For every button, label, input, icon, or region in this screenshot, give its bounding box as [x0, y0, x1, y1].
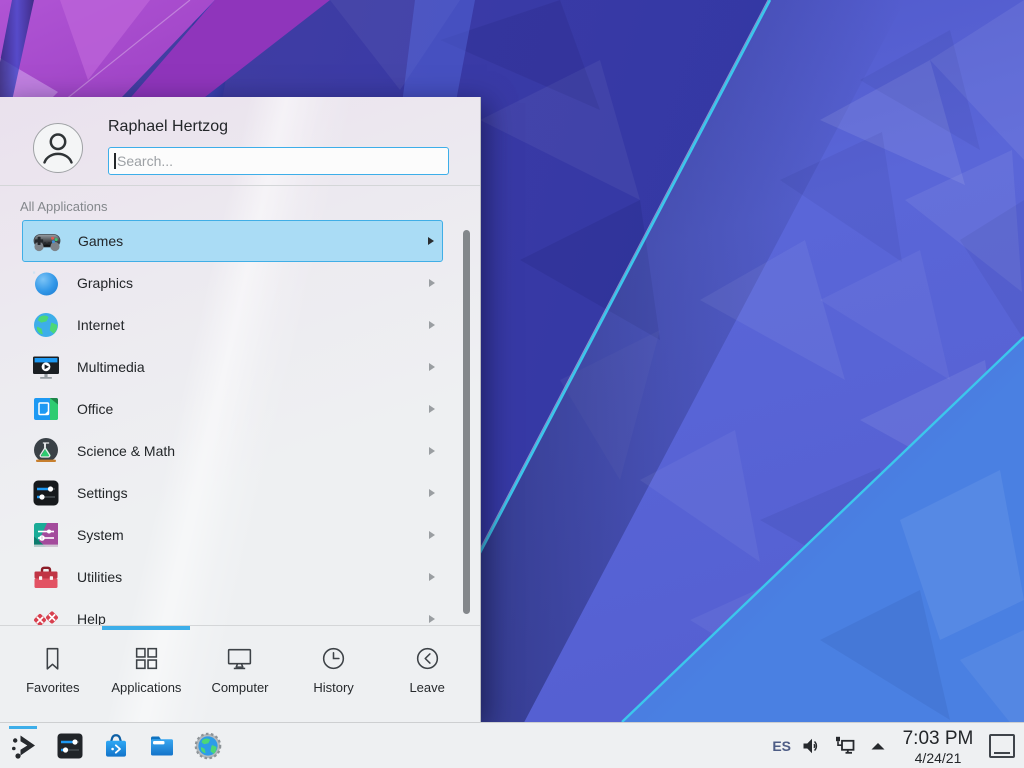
system-sliders-icon	[30, 519, 62, 551]
app-grid-icon	[132, 644, 161, 673]
submenu-arrow-icon	[429, 363, 435, 371]
tab-leave[interactable]: Leave	[380, 634, 474, 722]
submenu-arrow-icon	[429, 531, 435, 539]
scrollbar[interactable]	[463, 230, 470, 614]
submenu-arrow-icon	[428, 237, 434, 245]
menu-item-label: Games	[78, 233, 428, 249]
taskbar: ES 7:03 PM 4/24/21	[0, 722, 1024, 768]
peek-desktop-button[interactable]	[989, 734, 1015, 758]
volume-icon[interactable]	[800, 734, 824, 758]
digital-clock[interactable]: 7:03 PM 4/24/21	[895, 723, 981, 768]
launcher-header: Raphael Hertzog	[0, 97, 480, 186]
submenu-arrow-icon	[429, 615, 435, 623]
clock-date: 4/24/21	[895, 751, 981, 765]
lifebuoy-icon	[30, 603, 62, 625]
tab-label: Computer	[211, 680, 268, 695]
text-caret	[114, 153, 116, 169]
menu-item-games[interactable]: Games	[0, 220, 480, 262]
submenu-arrow-icon	[429, 321, 435, 329]
menu-item-help[interactable]: Help	[0, 598, 480, 625]
expand-tray-icon[interactable]	[866, 734, 890, 758]
clock-time: 7:03 PM	[895, 729, 981, 748]
application-launcher-button[interactable]	[8, 730, 40, 762]
toolbox-icon	[30, 561, 62, 593]
menu-item-multimedia[interactable]: Multimedia	[0, 346, 480, 388]
menu-item-utilities[interactable]: Utilities	[0, 556, 480, 598]
menu-item-label: Internet	[77, 317, 429, 333]
user-avatar-icon[interactable]	[33, 123, 83, 173]
document-icon	[30, 393, 62, 425]
menu-item-science-math[interactable]: Science & Math	[0, 430, 480, 472]
tab-label: Applications	[111, 680, 181, 695]
menu-item-label: Science & Math	[77, 443, 429, 459]
keyboard-layout-indicator[interactable]: ES	[772, 738, 791, 754]
menu-item-graphics[interactable]: Graphics	[0, 262, 480, 304]
search-input[interactable]	[108, 147, 449, 175]
menu-item-label: Settings	[77, 485, 429, 501]
system-settings-icon	[54, 730, 86, 762]
menu-item-label: Multimedia	[77, 359, 429, 375]
application-launcher-panel: Raphael Hertzog All Applications	[0, 97, 481, 722]
menu-item-label: Help	[77, 611, 429, 625]
tab-history[interactable]: History	[287, 634, 381, 722]
sliders-icon	[30, 477, 62, 509]
submenu-arrow-icon	[429, 447, 435, 455]
kde-launcher-icon	[8, 730, 40, 762]
menu-item-label: Graphics	[77, 275, 429, 291]
menu-item-label: Utilities	[77, 569, 429, 585]
computer-icon	[225, 644, 254, 673]
launcher-footer: Favorites Applications Computer	[0, 625, 480, 722]
discover-bag-icon	[100, 730, 132, 762]
media-screen-icon	[30, 351, 62, 383]
system-tray: ES	[772, 723, 890, 768]
flask-icon	[30, 435, 62, 467]
discover-button[interactable]	[100, 730, 132, 762]
user-name: Raphael Hertzog	[108, 118, 228, 136]
submenu-arrow-icon	[429, 405, 435, 413]
gamepad-icon	[31, 225, 63, 257]
browser-globe-icon	[192, 730, 224, 762]
network-icon[interactable]	[833, 734, 857, 758]
paint-sphere-icon	[30, 267, 62, 299]
menu-item-settings[interactable]: Settings	[0, 472, 480, 514]
tab-favorites[interactable]: Favorites	[6, 634, 100, 722]
leave-circle-icon	[413, 644, 442, 673]
submenu-arrow-icon	[429, 573, 435, 581]
active-tab-indicator	[102, 626, 190, 630]
submenu-arrow-icon	[429, 489, 435, 497]
history-clock-icon	[319, 644, 348, 673]
bookmark-icon	[38, 644, 67, 673]
folder-icon	[146, 730, 178, 762]
menu-item-office[interactable]: Office	[0, 388, 480, 430]
tab-label: Favorites	[26, 680, 79, 695]
menu-item-label: System	[77, 527, 429, 543]
tab-label: History	[313, 680, 353, 695]
submenu-arrow-icon	[429, 279, 435, 287]
desktop: Raphael Hertzog All Applications	[0, 0, 1024, 768]
globe-icon	[30, 309, 62, 341]
system-settings-button[interactable]	[54, 730, 86, 762]
section-label: All Applications	[20, 199, 107, 214]
menu-item-system[interactable]: System	[0, 514, 480, 556]
tab-applications[interactable]: Applications	[100, 634, 194, 722]
menu-item-internet[interactable]: Internet	[0, 304, 480, 346]
application-list: Games Graphics	[0, 220, 480, 625]
web-browser-button[interactable]	[192, 730, 224, 762]
file-manager-button[interactable]	[146, 730, 178, 762]
tab-label: Leave	[409, 680, 444, 695]
menu-item-label: Office	[77, 401, 429, 417]
tab-computer[interactable]: Computer	[193, 634, 287, 722]
